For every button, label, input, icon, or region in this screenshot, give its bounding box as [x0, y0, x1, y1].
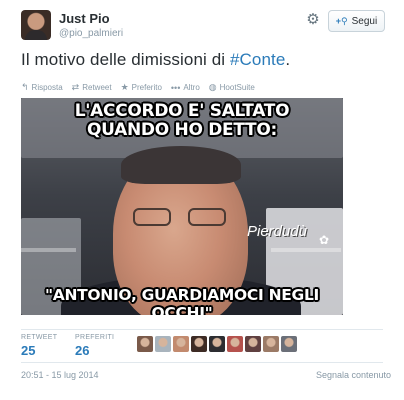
tweet-actions: ↰ Risposta ⇄ Retweet ★ Preferito ••• Alt… — [21, 82, 255, 93]
user-plus-icon: +⚲ — [335, 15, 348, 26]
retweet-stat[interactable]: RETWEET 25 — [21, 334, 57, 358]
paw-icon: ✿ — [319, 233, 330, 247]
favoriter-avatar[interactable] — [155, 336, 171, 352]
retweet-action[interactable]: ⇄ Retweet — [72, 82, 112, 93]
hashtag-link[interactable]: #Conte — [230, 50, 285, 69]
more-icon: ••• — [170, 82, 181, 93]
favoriter-avatar[interactable] — [137, 336, 153, 352]
favorites-count[interactable]: 26 — [75, 343, 114, 358]
star-icon: ★ — [120, 82, 129, 92]
favoriter-avatar[interactable] — [227, 336, 243, 352]
tweet-text-after: . — [285, 50, 291, 69]
stats-divider-bottom — [21, 362, 383, 363]
user-avatar[interactable] — [21, 10, 51, 40]
meme-caption-bottom: "ANTONIO, GUARDIAMOCI NEGLI OCCHI" — [44, 286, 319, 315]
favorites-stat-label: PREFERITI — [75, 334, 115, 341]
favoriter-avatar[interactable] — [191, 336, 207, 352]
user-name[interactable]: Just Pio — [59, 11, 110, 26]
tweet-timestamp[interactable]: 20:51 - 15 lug 2014 — [21, 370, 99, 380]
photo-stripe — [21, 248, 76, 252]
tweet-text-before: Il motivo delle dimissioni di — [21, 50, 230, 69]
tweet-photo[interactable]: L'ACCORDO E' SALTATO QUANDO HO DETTO: Pi… — [21, 98, 343, 315]
favoriter-avatar[interactable] — [263, 336, 279, 352]
favoriter-avatar[interactable] — [281, 336, 297, 352]
report-content-link[interactable]: Segnala contenuto — [316, 370, 391, 380]
retweet-icon: ⇄ — [71, 82, 80, 92]
favoriter-avatar[interactable] — [245, 336, 261, 352]
favorites-stat[interactable]: PREFERITI 26 — [75, 334, 114, 358]
hootsuite-action[interactable]: ◍ HootSuite — [209, 82, 255, 93]
more-label: Altro — [183, 83, 200, 92]
photo-stripe — [271, 248, 341, 252]
gear-icon[interactable]: ⚙ — [305, 12, 321, 28]
favoriter-avatar[interactable] — [173, 336, 189, 352]
user-handle[interactable]: @pio_palmieri — [59, 28, 123, 39]
retweet-stat-label: RETWEET — [21, 334, 58, 341]
photo-person-hair — [121, 146, 241, 184]
retweet-count[interactable]: 25 — [21, 343, 57, 358]
reply-label: Risposta — [31, 83, 63, 92]
photo-person-glasses — [133, 208, 228, 226]
tweet-card: Just Pio @pio_palmieri ⚙ +⚲ Segui Il mot… — [0, 0, 404, 400]
photo-watermark: Pierdudù — [247, 223, 308, 240]
hootsuite-icon: ◍ — [208, 82, 217, 92]
follow-button-label: Segui — [351, 15, 378, 27]
follow-button[interactable]: +⚲ Segui — [328, 10, 385, 32]
tweet-text: Il motivo delle dimissioni di #Conte. — [21, 50, 290, 70]
meme-caption-top-line1: L'ACCORDO E' SALTATO — [74, 101, 290, 121]
favorite-label: Preferito — [131, 83, 162, 92]
reply-action[interactable]: ↰ Risposta — [21, 82, 63, 93]
favoriters-avatars — [137, 336, 297, 352]
stats-divider-top — [21, 329, 383, 330]
meme-caption-top: L'ACCORDO E' SALTATO QUANDO HO DETTO: — [21, 102, 343, 140]
favoriter-avatar[interactable] — [209, 336, 225, 352]
hootsuite-label: HootSuite — [219, 83, 255, 92]
reply-icon: ↰ — [21, 82, 29, 92]
favorite-action[interactable]: ★ Preferito — [121, 82, 162, 93]
more-action[interactable]: ••• Altro — [171, 82, 200, 93]
meme-caption-top-line2: QUANDO HO DETTO: — [87, 120, 277, 140]
retweet-label: Retweet — [82, 83, 112, 92]
